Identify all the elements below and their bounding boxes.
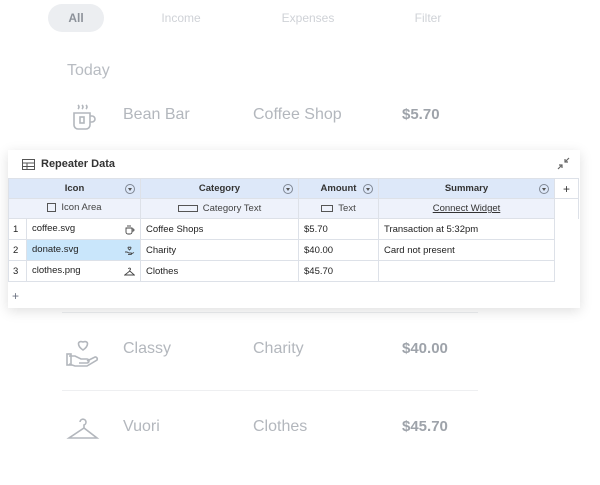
text-field-icon (177, 204, 198, 212)
transaction-amount: $45.70 (402, 418, 448, 435)
empty-cell (555, 261, 579, 282)
row-number: 2 (8, 239, 27, 261)
amount-cell[interactable]: $40.00 (298, 239, 379, 261)
icon-cell[interactable]: coffee.svg (26, 218, 141, 240)
filter-expenses-tab[interactable]: Expenses (268, 4, 348, 32)
transaction-row[interactable]: Vuori Clothes $45.70 (60, 404, 480, 454)
table-row[interactable]: 1 coffee.svg Coffee Shops $5.70 Transact… (8, 218, 579, 240)
repeater-table: Icon Category Amount Summary + Icon Area (8, 178, 579, 282)
donate-hand-heart-icon (125, 246, 135, 255)
icon-cell-selected[interactable]: donate.svg (26, 239, 141, 261)
transaction-row[interactable]: Classy Charity $40.00 (60, 326, 480, 376)
section-label-today: Today (67, 62, 110, 79)
empty-cell (555, 240, 579, 261)
column-menu-icon[interactable] (539, 184, 549, 194)
empty-cell (555, 219, 579, 240)
summary-cell[interactable] (378, 260, 555, 282)
column-menu-icon[interactable] (125, 184, 135, 194)
column-header-icon[interactable]: Icon (8, 178, 141, 199)
add-column-button[interactable]: + (554, 178, 579, 199)
transaction-name: Bean Bar (123, 106, 190, 123)
column-type-category[interactable]: Category Text (140, 198, 299, 219)
category-cell[interactable]: Charity (140, 239, 299, 261)
transaction-amount: $5.70 (402, 106, 440, 123)
column-header-summary[interactable]: Summary (378, 178, 555, 199)
transaction-row[interactable]: Bean Bar Coffee Shop $5.70 (60, 92, 480, 142)
transaction-category: Charity (253, 340, 304, 357)
transaction-name: Classy (123, 340, 172, 357)
column-menu-icon[interactable] (283, 184, 293, 194)
table-row[interactable]: 2 donate.svg Charity $40.00 Card not pre… (8, 239, 579, 261)
transaction-amount: $40.00 (402, 340, 448, 357)
clothes-hanger-icon (66, 418, 100, 439)
coffee-cup-icon (125, 225, 135, 235)
transaction-category: Clothes (253, 418, 308, 435)
category-cell[interactable]: Clothes (140, 260, 299, 282)
amount-cell[interactable]: $5.70 (298, 218, 379, 240)
transaction-category: Coffee Shop (253, 106, 342, 123)
column-menu-icon[interactable] (363, 184, 373, 194)
donate-hand-heart-icon (66, 340, 99, 367)
column-type-amount[interactable]: Text (298, 198, 379, 219)
column-header-amount[interactable]: Amount (298, 178, 379, 199)
row-divider (62, 312, 478, 313)
category-cell[interactable]: Coffee Shops (140, 218, 299, 240)
connect-widget-link[interactable]: Connect Widget (378, 198, 555, 219)
transaction-name: Vuori (123, 418, 160, 435)
empty-cell (554, 198, 579, 219)
coffee-cup-icon (73, 104, 96, 130)
table-row[interactable]: 3 clothes.png Clothes $45.70 (8, 260, 579, 282)
filter-bar: All Income Expenses Filter (48, 4, 558, 32)
column-type-row: Icon Area Category Text Text Connect Wid… (8, 198, 579, 219)
icon-cell[interactable]: clothes.png (26, 260, 141, 282)
panel-header: Repeater Data (22, 156, 115, 172)
repeater-data-panel: Repeater Data Icon Category Amount Summa… (8, 150, 580, 308)
column-type-icon[interactable]: Icon Area (8, 198, 141, 219)
amount-cell[interactable]: $45.70 (298, 260, 379, 282)
add-row-button[interactable]: + (12, 289, 19, 303)
table-icon (22, 158, 35, 170)
row-divider (62, 390, 478, 391)
column-header-category[interactable]: Category (140, 178, 299, 199)
row-number: 3 (8, 260, 27, 282)
panel-title: Repeater Data (41, 158, 115, 170)
clothes-hanger-icon (124, 267, 135, 276)
text-field-icon (321, 204, 334, 212)
filter-button[interactable]: Filter (398, 4, 458, 32)
summary-cell[interactable]: Transaction at 5:32pm (378, 218, 555, 240)
checkbox-icon (47, 203, 57, 212)
filter-all-tab[interactable]: All (48, 4, 104, 32)
collapse-icon[interactable] (557, 157, 570, 170)
table-header-row: Icon Category Amount Summary + (8, 178, 579, 199)
filter-income-tab[interactable]: Income (146, 4, 216, 32)
summary-cell[interactable]: Card not present (378, 239, 555, 261)
row-number: 1 (8, 218, 27, 240)
